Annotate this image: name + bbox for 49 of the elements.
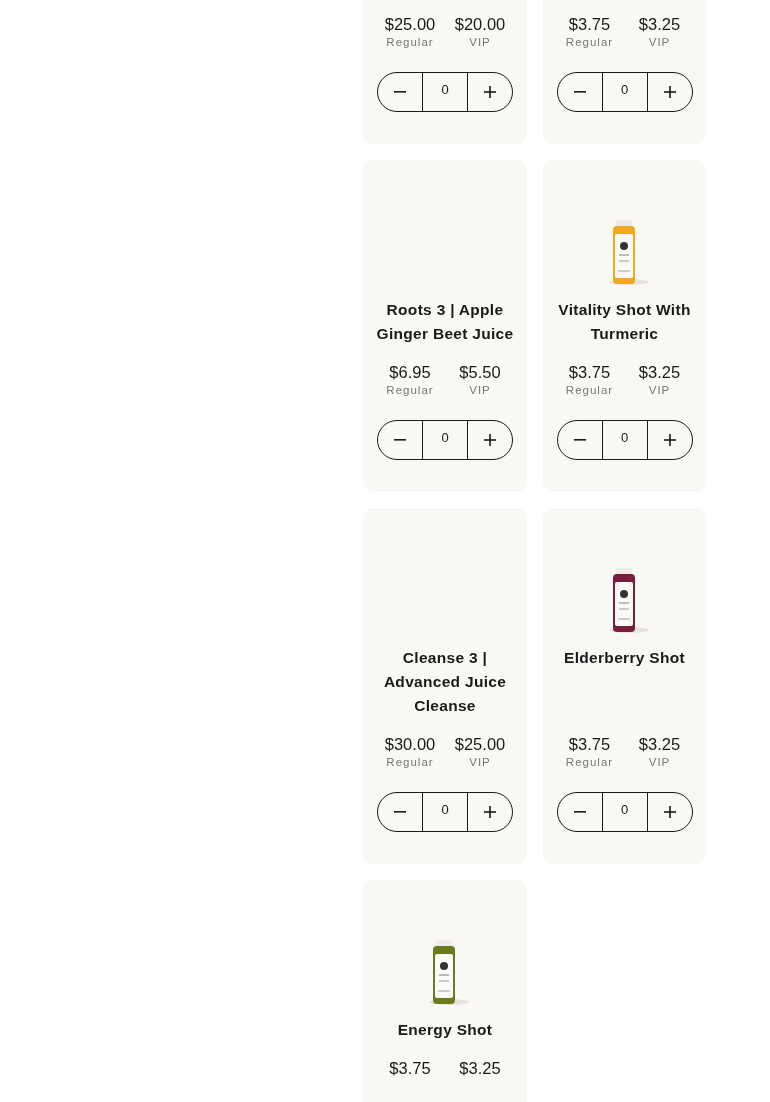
price-label: VIP <box>469 755 491 770</box>
price-label: VIP <box>648 35 671 50</box>
product-name[interactable]: Cleanse 3 | Advanced Juice Cleanse <box>374 634 516 718</box>
price: $3.75 <box>568 734 611 754</box>
minus-icon <box>573 91 586 93</box>
price: $3.75 <box>568 362 611 382</box>
quantity-field[interactable]: 0 <box>422 421 468 459</box>
plus-icon <box>484 86 496 98</box>
price: $3.75 <box>389 1058 431 1078</box>
price: $3.25 <box>459 1058 501 1078</box>
plus-icon <box>663 806 676 818</box>
minus-icon <box>394 811 406 813</box>
product-name[interactable]: Vitality Shot With Turmeric <box>553 286 696 346</box>
price-label: Regular <box>386 383 434 398</box>
plus-icon <box>484 806 496 818</box>
price-label: VIP <box>469 35 491 50</box>
minus-icon <box>573 439 586 441</box>
price-label: Regular <box>565 755 614 770</box>
quantity-field[interactable]: 0 <box>422 73 468 111</box>
price-label: Regular <box>565 35 614 50</box>
price: $5.50 <box>459 362 501 382</box>
price: $3.25 <box>638 362 681 382</box>
plus-icon <box>484 434 496 446</box>
price-label: VIP <box>648 755 671 770</box>
price-label: Regular <box>565 383 614 398</box>
price: $3.25 <box>638 14 681 34</box>
product-name[interactable]: Roots 3 | Apple Ginger Beet Juice <box>374 286 516 346</box>
price-label: VIP <box>469 383 491 398</box>
minus-icon <box>394 439 406 441</box>
price: $3.75 <box>568 14 611 34</box>
price: $25.00 <box>384 14 436 34</box>
minus-icon <box>394 91 406 93</box>
price-label: Regular <box>386 755 434 770</box>
quantity-field[interactable]: 0 <box>601 73 648 111</box>
minus-icon <box>573 811 586 813</box>
quantity-field[interactable]: 0 <box>601 421 648 459</box>
price-label: Regular <box>386 35 434 50</box>
price: $3.25 <box>638 734 681 754</box>
price: $30.00 <box>384 734 436 754</box>
price: $6.95 <box>389 362 431 382</box>
price-label: VIP <box>648 383 671 398</box>
product-name[interactable]: Elderberry Shot <box>553 634 696 718</box>
product-name[interactable]: Energy Shot <box>374 1006 516 1042</box>
plus-icon <box>663 86 676 98</box>
quantity-field[interactable]: 0 <box>422 793 468 831</box>
quantity-field[interactable]: 0 <box>601 793 648 831</box>
price: $25.00 <box>454 734 506 754</box>
plus-icon <box>663 434 676 446</box>
price: $20.00 <box>454 14 506 34</box>
